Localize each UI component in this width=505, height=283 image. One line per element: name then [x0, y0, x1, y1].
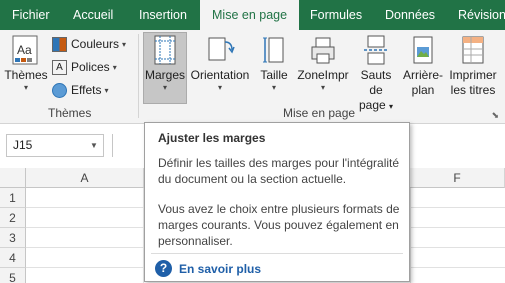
chevron-down-icon[interactable]: ▼ — [90, 134, 98, 157]
breaks-label-line1: Sauts de — [360, 68, 392, 97]
margins-label: Marges — [144, 68, 185, 82]
row-header-5[interactable]: 5 — [0, 268, 26, 283]
tooltip-title: Ajuster les marges — [158, 131, 266, 145]
tooltip-description-line: du document ou la section actuelle. — [158, 172, 347, 186]
orientation-button[interactable]: Orientation ▾ — [188, 34, 252, 92]
size-icon — [263, 37, 284, 63]
print-area-label: ZoneImpr — [297, 68, 349, 82]
group-separator — [138, 34, 139, 118]
ribbon-tab-bar: Fichier Accueil Insertion Mise en page F… — [0, 0, 505, 32]
fonts-label: Polices — [71, 60, 110, 74]
themes-button-label: Thèmes — [4, 68, 48, 82]
row-header-4[interactable]: 4 — [0, 248, 26, 268]
svg-text:Aa: Aa — [17, 43, 32, 57]
dialog-launcher-icon[interactable]: ⬊ — [491, 110, 499, 121]
row-header-2[interactable]: 2 — [0, 208, 26, 228]
select-all-corner[interactable] — [0, 168, 26, 188]
print-titles-icon — [462, 36, 484, 64]
tooltip-description-line: Définir les tailles des marges pour l'in… — [158, 156, 400, 170]
tab-formules[interactable]: Formules — [310, 0, 362, 30]
print-titles-button[interactable]: Imprimer les titres — [446, 34, 500, 98]
chevron-down-icon: ▾ — [271, 83, 276, 92]
effects-button[interactable]: Effets ▾ — [52, 80, 108, 100]
fonts-button[interactable]: A Polices ▾ — [52, 57, 117, 77]
background-label-line1: Arrière- — [402, 68, 443, 82]
breaks-label-line2: page ▾ — [358, 98, 394, 112]
page-break-icon — [364, 35, 388, 65]
tooltip-description-line: marges courants. Vous pouvez également e… — [158, 218, 399, 232]
margins-icon — [154, 35, 176, 65]
size-button[interactable]: Taille ▾ — [255, 34, 293, 92]
tab-donnees[interactable]: Données — [385, 0, 435, 30]
column-header-a[interactable]: A — [26, 168, 144, 188]
column-gridline — [410, 188, 411, 283]
column-header-f[interactable]: F — [410, 168, 505, 188]
row-header-3[interactable]: 3 — [0, 228, 26, 248]
effects-label: Effets — [71, 83, 102, 97]
tooltip-divider — [151, 253, 403, 254]
row-header-1[interactable]: 1 — [0, 188, 26, 208]
printer-icon — [311, 37, 335, 64]
orientation-label: Orientation — [190, 68, 250, 82]
colors-button[interactable]: Couleurs ▾ — [52, 34, 126, 54]
fonts-icon: A — [52, 59, 67, 75]
background-button[interactable]: Arrière- plan — [401, 34, 445, 98]
learn-more-link[interactable]: ? En savoir plus — [155, 260, 261, 277]
tooltip-description-line: personnaliser. — [158, 234, 233, 248]
breaks-button[interactable]: Sauts de page ▾ — [353, 34, 399, 114]
themes-icon: Aa — [12, 35, 38, 65]
themes-button[interactable]: Aa Thèmes ▾ — [4, 34, 48, 92]
tab-mise-en-page[interactable]: Mise en page — [200, 0, 300, 32]
margins-button[interactable]: Marges ▾ — [143, 34, 187, 92]
print-area-button[interactable]: ZoneImpr ▾ — [295, 34, 351, 92]
page-setup-group-label: Mise en page — [283, 106, 356, 120]
colors-label: Couleurs — [71, 37, 120, 51]
tab-insertion[interactable]: Insertion — [139, 0, 187, 30]
tab-revision[interactable]: Révision — [458, 0, 505, 30]
tab-fichier[interactable]: Fichier — [12, 0, 50, 30]
colors-icon — [52, 36, 67, 52]
tooltip-description-line: Vous avez le choix entre plusieurs forma… — [158, 202, 400, 216]
chevron-down-icon: ▾ — [320, 83, 325, 92]
margins-tooltip: Ajuster les marges Définir les tailles d… — [144, 122, 410, 282]
chevron-down-icon: ▾ — [162, 83, 167, 92]
chevron-down-icon: ▾ — [112, 62, 117, 72]
ribbon: Aa Thèmes ▾ Couleurs ▾ A Polices ▾ Effet… — [0, 30, 505, 124]
tab-accueil[interactable]: Accueil — [73, 0, 113, 30]
formula-separator — [112, 134, 132, 157]
print-titles-label-line2: les titres — [450, 83, 496, 97]
print-titles-label-line1: Imprimer — [449, 68, 497, 82]
chevron-down-icon: ▾ — [122, 39, 127, 49]
learn-more-label: En savoir plus — [179, 261, 262, 276]
effects-icon — [52, 82, 67, 98]
size-label: Taille — [260, 68, 288, 82]
themes-group-label: Thèmes — [48, 106, 92, 120]
background-label-line2: plan — [411, 83, 435, 97]
help-icon: ? — [155, 260, 172, 277]
background-icon — [413, 36, 433, 64]
chevron-down-icon: ▾ — [23, 83, 28, 92]
orientation-icon — [208, 37, 235, 61]
chevron-down-icon: ▾ — [217, 83, 222, 92]
chevron-down-icon: ▾ — [104, 85, 109, 95]
